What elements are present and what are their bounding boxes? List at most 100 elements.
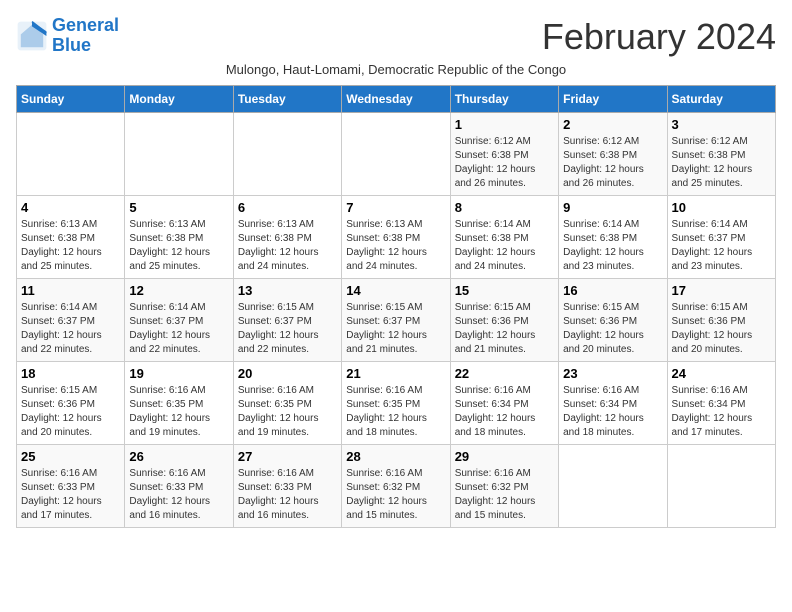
calendar-cell: 22 Sunrise: 6:16 AM Sunset: 6:34 PM Dayli… xyxy=(450,362,558,445)
calendar-week-row: 25 Sunrise: 6:16 AM Sunset: 6:33 PM Dayli… xyxy=(17,445,776,528)
day-of-week-header: Friday xyxy=(559,86,667,113)
logo-line2: Blue xyxy=(52,35,91,55)
calendar-cell: 6 Sunrise: 6:13 AM Sunset: 6:38 PM Daylig… xyxy=(233,196,341,279)
day-info: Sunrise: 6:12 AM Sunset: 6:38 PM Dayligh… xyxy=(672,135,771,191)
calendar-cell xyxy=(342,113,450,196)
calendar-cell xyxy=(233,113,341,196)
day-number: 5 xyxy=(129,200,228,215)
title-block: February 2024 xyxy=(542,16,776,58)
day-of-week-header: Monday xyxy=(125,86,233,113)
day-info: Sunrise: 6:16 AM Sunset: 6:34 PM Dayligh… xyxy=(672,384,771,440)
day-info: Sunrise: 6:15 AM Sunset: 6:37 PM Dayligh… xyxy=(346,301,445,357)
day-number: 21 xyxy=(346,366,445,381)
calendar-cell xyxy=(559,445,667,528)
day-number: 27 xyxy=(238,449,337,464)
day-number: 4 xyxy=(21,200,120,215)
calendar-cell: 26 Sunrise: 6:16 AM Sunset: 6:33 PM Dayli… xyxy=(125,445,233,528)
calendar-cell xyxy=(17,113,125,196)
day-number: 13 xyxy=(238,283,337,298)
calendar-cell: 28Sunrise: 6:16 AM Sunset: 6:32 PM Dayli… xyxy=(342,445,450,528)
day-info: Sunrise: 6:16 AM Sunset: 6:34 PM Dayligh… xyxy=(563,384,662,440)
day-of-week-header: Thursday xyxy=(450,86,558,113)
day-info: Sunrise: 6:16 AM Sunset: 6:32 PM Dayligh… xyxy=(455,467,554,523)
day-number: 7 xyxy=(346,200,445,215)
day-info: Sunrise: 6:16 AM Sunset: 6:34 PM Dayligh… xyxy=(455,384,554,440)
day-info: Sunrise: 6:16 AM Sunset: 6:33 PM Dayligh… xyxy=(129,467,228,523)
day-number: 2 xyxy=(563,117,662,132)
calendar-cell: 9 Sunrise: 6:14 AM Sunset: 6:38 PM Daylig… xyxy=(559,196,667,279)
calendar-cell: 27 Sunrise: 6:16 AM Sunset: 6:33 PM Dayli… xyxy=(233,445,341,528)
day-info: Sunrise: 6:13 AM Sunset: 6:38 PM Dayligh… xyxy=(21,218,120,274)
calendar-cell: 20 Sunrise: 6:16 AM Sunset: 6:35 PM Dayli… xyxy=(233,362,341,445)
day-number: 11 xyxy=(21,283,120,298)
day-number: 22 xyxy=(455,366,554,381)
calendar-cell: 10 Sunrise: 6:14 AM Sunset: 6:37 PM Dayli… xyxy=(667,196,775,279)
day-number: 12 xyxy=(129,283,228,298)
day-of-week-header: Tuesday xyxy=(233,86,341,113)
day-number: 20 xyxy=(238,366,337,381)
calendar-cell: 23Sunrise: 6:16 AM Sunset: 6:34 PM Dayli… xyxy=(559,362,667,445)
calendar-cell: 4 Sunrise: 6:13 AM Sunset: 6:38 PM Daylig… xyxy=(17,196,125,279)
day-info: Sunrise: 6:14 AM Sunset: 6:37 PM Dayligh… xyxy=(672,218,771,274)
calendar-body: 1 Sunrise: 6:12 AM Sunset: 6:38 PM Daylig… xyxy=(17,113,776,528)
day-number: 26 xyxy=(129,449,228,464)
calendar-header: SundayMondayTuesdayWednesdayThursdayFrid… xyxy=(17,86,776,113)
day-info: Sunrise: 6:15 AM Sunset: 6:37 PM Dayligh… xyxy=(238,301,337,357)
day-info: Sunrise: 6:16 AM Sunset: 6:35 PM Dayligh… xyxy=(238,384,337,440)
day-info: Sunrise: 6:14 AM Sunset: 6:38 PM Dayligh… xyxy=(563,218,662,274)
day-info: Sunrise: 6:12 AM Sunset: 6:38 PM Dayligh… xyxy=(455,135,554,191)
day-number: 14 xyxy=(346,283,445,298)
day-info: Sunrise: 6:14 AM Sunset: 6:38 PM Dayligh… xyxy=(455,218,554,274)
day-number: 24 xyxy=(672,366,771,381)
calendar-cell: 19Sunrise: 6:16 AM Sunset: 6:35 PM Dayli… xyxy=(125,362,233,445)
day-number: 28 xyxy=(346,449,445,464)
day-info: Sunrise: 6:13 AM Sunset: 6:38 PM Dayligh… xyxy=(129,218,228,274)
calendar-cell: 16Sunrise: 6:15 AM Sunset: 6:36 PM Dayli… xyxy=(559,279,667,362)
day-number: 25 xyxy=(21,449,120,464)
day-info: Sunrise: 6:16 AM Sunset: 6:35 PM Dayligh… xyxy=(346,384,445,440)
calendar-cell: 25Sunrise: 6:16 AM Sunset: 6:33 PM Dayli… xyxy=(17,445,125,528)
day-info: Sunrise: 6:14 AM Sunset: 6:37 PM Dayligh… xyxy=(129,301,228,357)
day-number: 16 xyxy=(563,283,662,298)
calendar-week-row: 4 Sunrise: 6:13 AM Sunset: 6:38 PM Daylig… xyxy=(17,196,776,279)
location-subtitle: Mulongo, Haut-Lomami, Democratic Republi… xyxy=(16,62,776,77)
day-info: Sunrise: 6:13 AM Sunset: 6:38 PM Dayligh… xyxy=(346,218,445,274)
page-header: General Blue February 2024 xyxy=(16,16,776,58)
day-number: 18 xyxy=(21,366,120,381)
day-info: Sunrise: 6:12 AM Sunset: 6:38 PM Dayligh… xyxy=(563,135,662,191)
days-of-week-row: SundayMondayTuesdayWednesdayThursdayFrid… xyxy=(17,86,776,113)
day-number: 19 xyxy=(129,366,228,381)
logo: General Blue xyxy=(16,16,119,56)
day-number: 9 xyxy=(563,200,662,215)
calendar-cell: 2 Sunrise: 6:12 AM Sunset: 6:38 PM Daylig… xyxy=(559,113,667,196)
day-number: 1 xyxy=(455,117,554,132)
calendar-cell: 24 Sunrise: 6:16 AM Sunset: 6:34 PM Dayli… xyxy=(667,362,775,445)
calendar-cell: 17 Sunrise: 6:15 AM Sunset: 6:36 PM Dayli… xyxy=(667,279,775,362)
day-info: Sunrise: 6:13 AM Sunset: 6:38 PM Dayligh… xyxy=(238,218,337,274)
calendar-cell xyxy=(667,445,775,528)
day-of-week-header: Sunday xyxy=(17,86,125,113)
calendar-week-row: 1 Sunrise: 6:12 AM Sunset: 6:38 PM Daylig… xyxy=(17,113,776,196)
day-info: Sunrise: 6:14 AM Sunset: 6:37 PM Dayligh… xyxy=(21,301,120,357)
day-number: 10 xyxy=(672,200,771,215)
day-info: Sunrise: 6:15 AM Sunset: 6:36 PM Dayligh… xyxy=(21,384,120,440)
day-number: 6 xyxy=(238,200,337,215)
day-info: Sunrise: 6:15 AM Sunset: 6:36 PM Dayligh… xyxy=(672,301,771,357)
day-number: 29 xyxy=(455,449,554,464)
calendar-cell: 15Sunrise: 6:15 AM Sunset: 6:36 PM Dayli… xyxy=(450,279,558,362)
day-number: 8 xyxy=(455,200,554,215)
calendar-cell: 8 Sunrise: 6:14 AM Sunset: 6:38 PM Daylig… xyxy=(450,196,558,279)
calendar-cell: 12 Sunrise: 6:14 AM Sunset: 6:37 PM Dayli… xyxy=(125,279,233,362)
calendar-cell: 29 Sunrise: 6:16 AM Sunset: 6:32 PM Dayli… xyxy=(450,445,558,528)
day-number: 17 xyxy=(672,283,771,298)
calendar-cell: 21 Sunrise: 6:16 AM Sunset: 6:35 PM Dayli… xyxy=(342,362,450,445)
calendar-cell: 3 Sunrise: 6:12 AM Sunset: 6:38 PM Daylig… xyxy=(667,113,775,196)
day-of-week-header: Wednesday xyxy=(342,86,450,113)
calendar-week-row: 11 Sunrise: 6:14 AM Sunset: 6:37 PM Dayli… xyxy=(17,279,776,362)
day-info: Sunrise: 6:16 AM Sunset: 6:33 PM Dayligh… xyxy=(238,467,337,523)
calendar-cell: 18 Sunrise: 6:15 AM Sunset: 6:36 PM Dayli… xyxy=(17,362,125,445)
day-number: 3 xyxy=(672,117,771,132)
logo-line1: General xyxy=(52,15,119,35)
calendar-week-row: 18 Sunrise: 6:15 AM Sunset: 6:36 PM Dayli… xyxy=(17,362,776,445)
calendar-cell: 7 Sunrise: 6:13 AM Sunset: 6:38 PM Daylig… xyxy=(342,196,450,279)
